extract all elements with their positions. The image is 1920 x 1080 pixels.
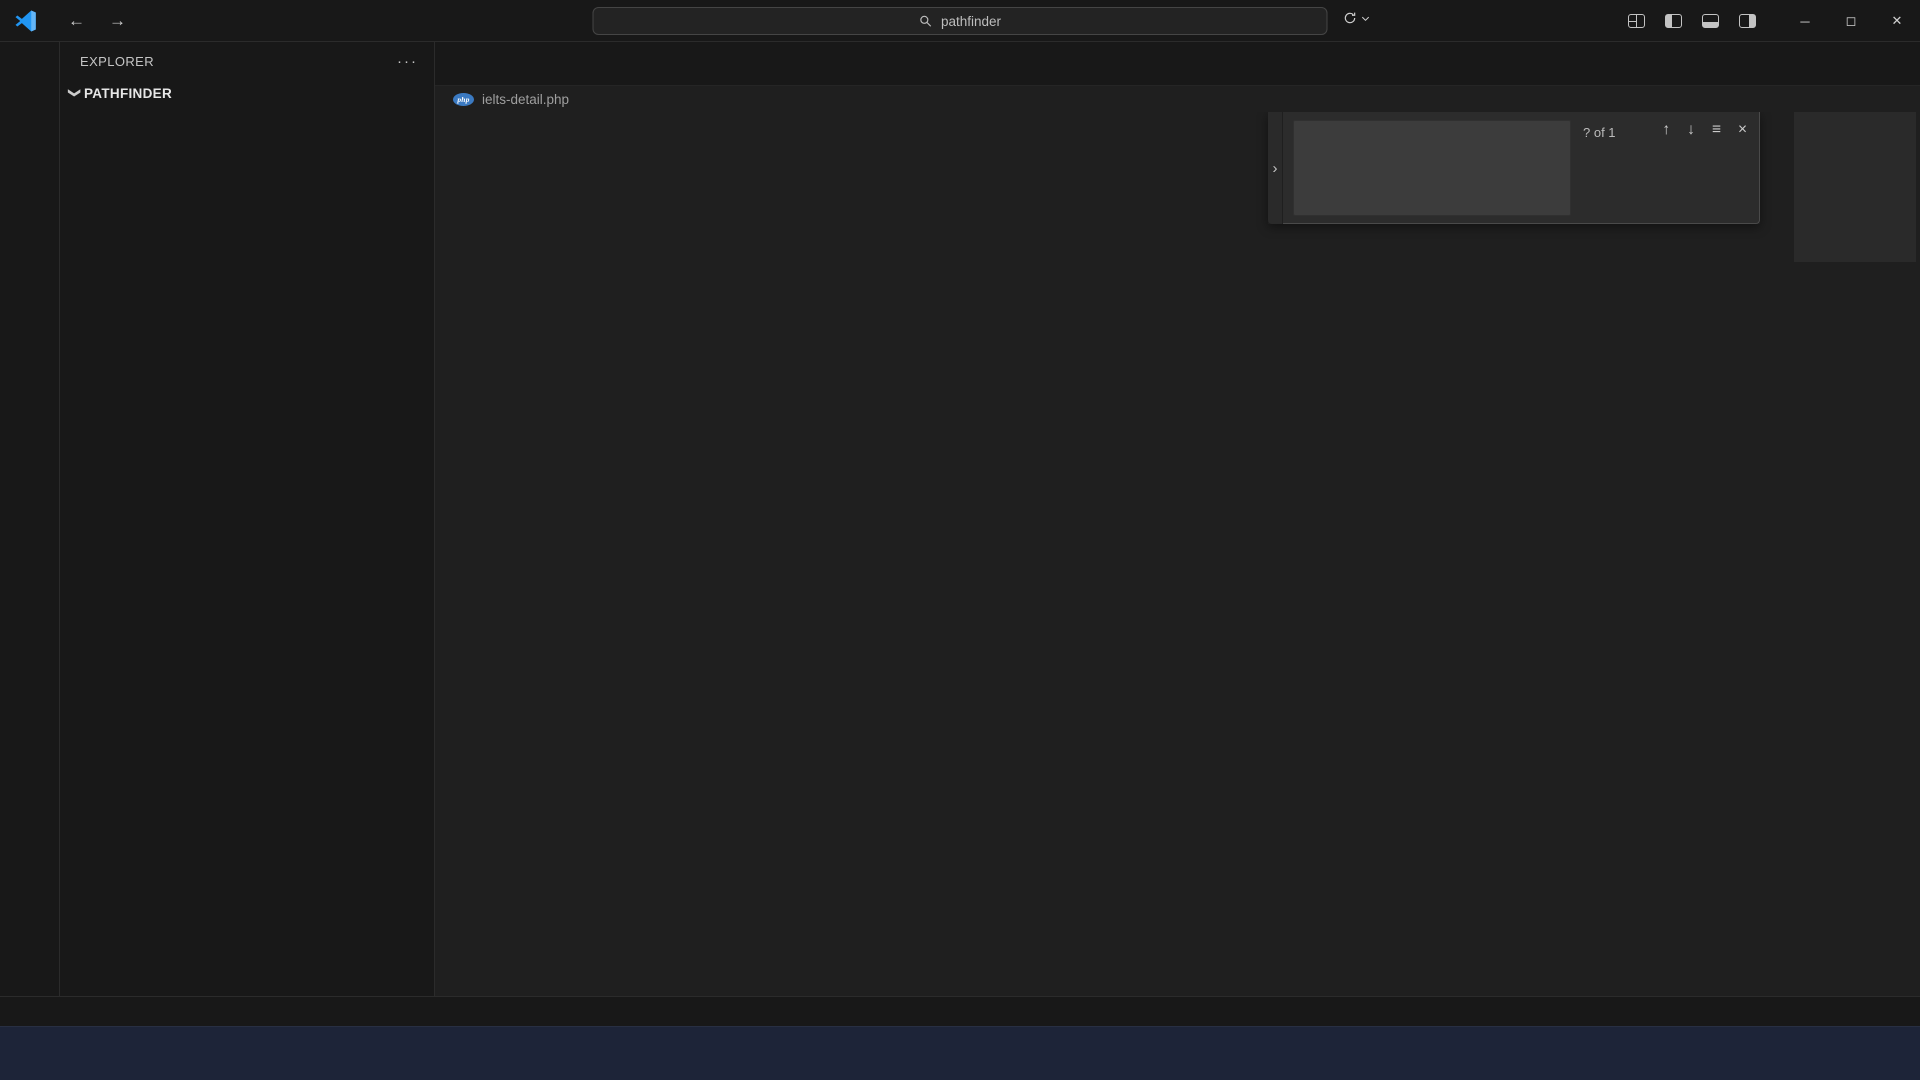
refresh-icon — [1342, 10, 1358, 26]
find-nav: ↑ ↓ ≡ × — [1662, 121, 1747, 139]
breadcrumb[interactable]: php ielts-detail.php — [435, 86, 1920, 112]
status-bar — [0, 996, 1920, 1026]
find-in-selection-icon[interactable]: ≡ — [1712, 121, 1721, 139]
next-match-icon[interactable]: ↓ — [1687, 121, 1695, 139]
code-editor[interactable]: › ? of 1 ↑ ↓ ≡ × — [435, 112, 1920, 996]
find-input[interactable] — [1293, 120, 1571, 216]
toggle-sidebar-icon[interactable] — [1665, 14, 1682, 28]
vscode-logo — [14, 9, 38, 33]
explorer-title: EXPLORER — [80, 54, 154, 69]
back-arrow-icon[interactable]: ← — [68, 11, 85, 31]
tab-bar — [435, 42, 1920, 86]
history-nav: ← → — [68, 11, 126, 31]
workspace-root[interactable]: ❯ PATHFINDER — [60, 80, 434, 106]
chevron-down-icon: ❯ — [68, 84, 82, 102]
search-value: pathfinder — [941, 14, 1001, 29]
close-button[interactable]: ✕ — [1874, 0, 1920, 42]
titlebar-refresh-action[interactable] — [1342, 10, 1371, 26]
explorer-more-actions[interactable]: ··· — [397, 53, 418, 70]
minimap-slider[interactable] — [1794, 112, 1916, 262]
activity-bar — [0, 42, 60, 996]
search-icon — [919, 14, 933, 28]
forward-arrow-icon[interactable]: → — [109, 11, 126, 31]
command-center-search[interactable]: pathfinder — [593, 7, 1328, 35]
windows-taskbar — [0, 1026, 1920, 1080]
toggle-secondary-sidebar-icon[interactable] — [1739, 14, 1756, 28]
toggle-panel-icon[interactable] — [1702, 14, 1719, 28]
minimap[interactable] — [1798, 112, 1910, 412]
breadcrumb-file: ielts-detail.php — [482, 92, 569, 107]
layout-grid-icon[interactable] — [1628, 14, 1645, 28]
maximize-button[interactable]: ◻ — [1828, 0, 1874, 42]
close-icon[interactable]: × — [1738, 121, 1747, 139]
titlebar: ← → pathfinder ─ ◻ ✕ — [0, 0, 1920, 42]
previous-match-icon[interactable]: ↑ — [1662, 121, 1670, 139]
find-result-count: ? of 1 — [1583, 125, 1616, 140]
minimize-button[interactable]: ─ — [1782, 0, 1828, 42]
toggle-replace-chevron[interactable]: › — [1268, 112, 1283, 224]
php-file-icon: php — [453, 93, 474, 106]
editor-group: php ielts-detail.php › ? of 1 ↑ ↓ ≡ × — [435, 42, 1920, 996]
explorer-sidebar: EXPLORER ··· ❯ PATHFINDER — [60, 42, 435, 996]
find-widget: › ? of 1 ↑ ↓ ≡ × — [1268, 112, 1760, 224]
chevron-down-icon — [1360, 13, 1371, 24]
